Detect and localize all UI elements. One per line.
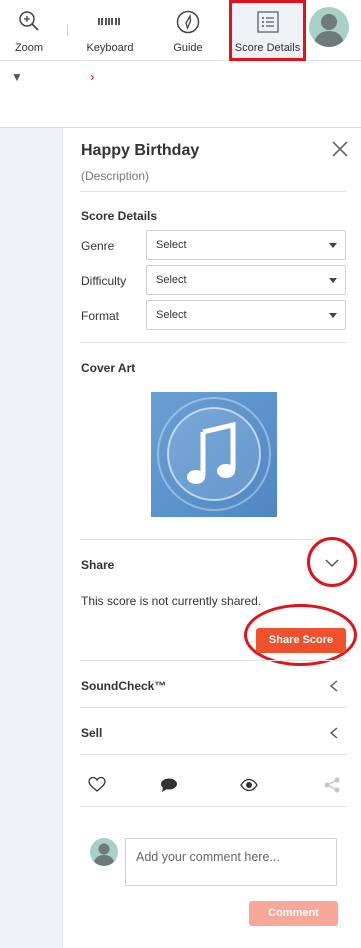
top-toolbar: Zoom Keyboard Guide Score Details	[0, 0, 361, 61]
chevron-right-icon[interactable]: ›	[90, 69, 94, 84]
user-avatar[interactable]	[309, 7, 349, 47]
comment-icon[interactable]	[160, 776, 178, 794]
cover-art-image[interactable]	[151, 392, 277, 517]
score-navigation-strip: ▼ ›	[0, 61, 361, 128]
comment-input[interactable]: Add your comment here...	[125, 838, 337, 886]
keyboard-icon	[98, 18, 120, 25]
difficulty-select[interactable]: Select	[146, 265, 346, 295]
score-details-button[interactable]: Score Details	[229, 0, 306, 61]
share-icon[interactable]	[323, 776, 341, 794]
score-actions-row	[80, 770, 347, 800]
caret-down-icon	[329, 243, 337, 248]
commenter-avatar	[90, 838, 118, 866]
divider	[80, 806, 347, 807]
genre-select-value: Select	[156, 239, 187, 251]
chevron-down-icon	[325, 559, 339, 568]
close-icon[interactable]	[330, 139, 350, 159]
difficulty-label: Difficulty	[81, 274, 127, 288]
score-title: Happy Birthday	[81, 142, 200, 159]
format-label: Format	[81, 309, 120, 323]
score-details-heading: Score Details	[81, 209, 158, 223]
difficulty-select-value: Select	[156, 274, 187, 286]
share-score-button[interactable]: Share Score	[256, 628, 346, 653]
heart-icon[interactable]	[88, 776, 106, 794]
keyboard-button[interactable]: Keyboard	[78, 0, 142, 61]
share-status-text: This score is not currently shared.	[81, 594, 262, 608]
comment-submit-button[interactable]: Comment	[249, 901, 338, 926]
score-canvas-gutter	[0, 128, 63, 948]
keyboard-label: Keyboard	[86, 42, 134, 54]
share-heading: Share	[81, 558, 115, 572]
person-icon	[313, 14, 345, 47]
zoom-label: Zoom	[14, 42, 44, 54]
toolbar-divider	[67, 24, 68, 36]
compass-icon	[176, 10, 200, 34]
eye-icon[interactable]	[240, 776, 258, 794]
divider	[80, 707, 347, 708]
divider	[80, 539, 347, 540]
triangle-down-icon[interactable]: ▼	[11, 70, 23, 84]
score-description[interactable]: (Description)	[81, 169, 149, 183]
chevron-left-icon[interactable]	[328, 680, 340, 692]
score-details-panel: Happy Birthday (Description) Score Detai…	[64, 128, 361, 948]
divider	[80, 754, 347, 755]
person-icon	[93, 843, 115, 866]
list-icon	[256, 11, 279, 33]
divider	[80, 660, 347, 661]
divider	[80, 342, 347, 343]
sell-heading[interactable]: Sell	[81, 726, 102, 740]
divider	[80, 191, 347, 192]
zoom-button[interactable]: Zoom	[5, 0, 53, 61]
score-details-label: Score Details	[234, 42, 301, 54]
genre-select[interactable]: Select	[146, 230, 346, 260]
genre-label: Genre	[81, 239, 115, 253]
soundcheck-heading[interactable]: SoundCheck™	[81, 679, 166, 693]
guide-label: Guide	[173, 42, 203, 54]
share-expand-toggle[interactable]	[307, 537, 357, 587]
guide-button[interactable]: Guide	[164, 0, 212, 61]
format-select-value: Select	[156, 309, 187, 321]
cover-art-heading: Cover Art	[81, 361, 136, 375]
format-select[interactable]: Select	[146, 300, 346, 330]
music-note-icon	[157, 397, 271, 511]
zoom-icon	[19, 11, 39, 31]
caret-down-icon	[329, 313, 337, 318]
caret-down-icon	[329, 278, 337, 283]
chevron-left-icon[interactable]	[328, 727, 340, 739]
